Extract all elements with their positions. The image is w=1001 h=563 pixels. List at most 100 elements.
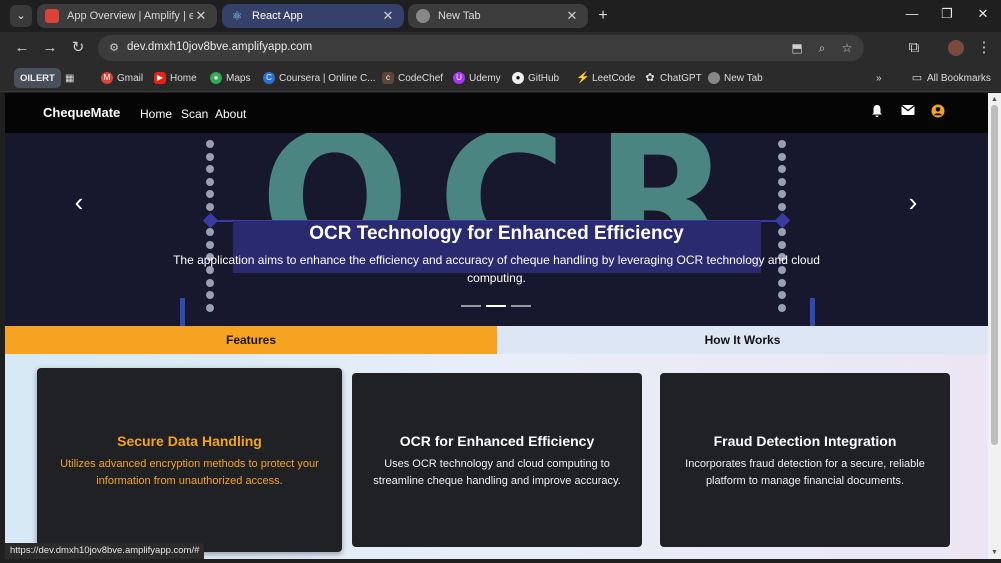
- bookmark-coursera[interactable]: C Coursera | Online C...: [263, 70, 376, 86]
- url-text[interactable]: dev.dmxh10jov8bve.amplifyapp.com: [127, 41, 312, 53]
- window-close-icon[interactable]: ✕: [973, 6, 993, 22]
- install-app-icon[interactable]: ⬒: [789, 40, 805, 56]
- site-navbar: ChequeMate Home Scan About: [5, 93, 988, 133]
- tab-new-tab[interactable]: New Tab ✕: [408, 4, 588, 28]
- address-bar[interactable]: ⚙ dev.dmxh10jov8bve.amplifyapp.com ⬒ ⌕ ☆: [98, 35, 864, 61]
- bookmark-label: ChatGPT: [660, 72, 702, 84]
- bookmark-codechef[interactable]: c CodeChef: [382, 70, 443, 86]
- bookmarks-bar: OILERT ▦ M Gmail ▶ Home ● Maps C Courser…: [0, 64, 1001, 92]
- carousel-indicators: [461, 305, 531, 307]
- forward-icon[interactable]: →: [40, 38, 60, 58]
- mail-icon[interactable]: [900, 104, 916, 120]
- bookmark-label: Home: [170, 72, 197, 84]
- hero-title: OCR Technology for Enhanced Efficiency: [309, 223, 684, 244]
- tab-react-app[interactable]: ⚛ React App ✕: [222, 4, 404, 28]
- nav-home[interactable]: Home: [140, 107, 172, 121]
- bookmark-maps[interactable]: ● Maps: [210, 70, 250, 86]
- scroll-up-icon[interactable]: ▲: [990, 95, 999, 104]
- tab-search-button[interactable]: ⌄: [10, 5, 32, 27]
- section-tabs: Features How It Works: [5, 326, 988, 354]
- link-status-bar: https://dev.dmxh10jov8bve.amplifyapp.com…: [5, 543, 205, 559]
- youtube-icon: ▶: [154, 72, 166, 84]
- tab-features[interactable]: Features: [5, 326, 497, 354]
- card-title: OCR for Enhanced Efficiency: [399, 433, 595, 449]
- decorative-bar: [810, 298, 815, 326]
- site-info-icon[interactable]: ⚙: [106, 40, 122, 56]
- reload-icon[interactable]: ↻: [68, 38, 88, 58]
- tab-how-it-works[interactable]: How It Works: [497, 326, 988, 354]
- bookmark-github[interactable]: ● GitHub: [512, 70, 559, 86]
- card-title: Fraud Detection Integration: [713, 433, 897, 449]
- back-icon[interactable]: ←: [12, 38, 32, 58]
- bookmark-oilert[interactable]: OILERT: [14, 68, 61, 88]
- feature-card-fraud-detection[interactable]: Fraud Detection Integration Incorporates…: [660, 373, 950, 547]
- tab-label: React App: [252, 10, 303, 22]
- apps-grid-icon[interactable]: ▦: [65, 70, 74, 86]
- github-icon: ●: [512, 72, 524, 84]
- feature-card-secure-data[interactable]: Secure Data Handling Utilizes advanced e…: [37, 368, 342, 552]
- bookmark-label: New Tab: [724, 72, 763, 84]
- react-icon: ⚛: [231, 9, 243, 23]
- tab-amplify[interactable]: App Overview | Amplify | eu-w ✕: [37, 4, 217, 28]
- close-icon[interactable]: ✕: [380, 8, 396, 24]
- tab-label: New Tab: [438, 10, 481, 22]
- page-viewport: ChequeMate Home Scan About OCR OCR Techn…: [5, 93, 988, 559]
- bookmark-label: GitHub: [528, 72, 560, 84]
- bookmark-label: Udemy: [469, 72, 501, 84]
- bookmark-gmail[interactable]: M Gmail: [101, 70, 143, 86]
- codechef-icon: c: [382, 72, 394, 84]
- chrome-icon: [708, 72, 720, 84]
- bookmark-label: Gmail: [117, 72, 144, 84]
- nav-about[interactable]: About: [215, 107, 246, 121]
- scroll-thumb[interactable]: [991, 105, 998, 445]
- restore-icon[interactable]: ❐: [937, 6, 957, 22]
- zoom-icon[interactable]: ⌕: [814, 40, 830, 56]
- maps-icon: ●: [210, 72, 222, 84]
- card-description: Uses OCR technology and cloud computing …: [373, 458, 621, 487]
- extensions-icon[interactable]: ⧉: [904, 38, 924, 58]
- carousel-indicator-active[interactable]: [486, 305, 506, 307]
- bell-icon[interactable]: [869, 104, 885, 120]
- chrome-icon: [416, 9, 430, 23]
- coursera-icon: C: [263, 72, 275, 84]
- carousel-next-icon[interactable]: ›: [901, 187, 925, 218]
- gmail-icon: M: [101, 72, 113, 84]
- bookmark-udemy[interactable]: U Udemy: [453, 70, 501, 86]
- minimize-icon[interactable]: —: [902, 6, 922, 21]
- all-bookmarks-label: All Bookmarks: [927, 72, 991, 84]
- bookmark-label: Coursera | Online C...: [279, 72, 376, 84]
- hero-description: The application aims to enhance the effi…: [173, 253, 820, 285]
- bookmark-star-icon[interactable]: ☆: [839, 40, 855, 56]
- page-scrollbar[interactable]: ▲ ▼: [988, 93, 1001, 559]
- bookmark-new-tab[interactable]: New Tab: [708, 70, 763, 86]
- card-description: Incorporates fraud detection for a secur…: [685, 458, 925, 487]
- udemy-icon: U: [453, 72, 465, 84]
- all-bookmarks[interactable]: ▭ All Bookmarks: [911, 70, 991, 86]
- bookmark-home[interactable]: ▶ Home: [154, 70, 197, 86]
- close-icon[interactable]: ✕: [564, 8, 580, 24]
- folder-icon: ▭: [911, 72, 923, 84]
- brand-logo[interactable]: ChequeMate: [43, 105, 120, 120]
- browser-toolbar: ← → ↻ ⚙ dev.dmxh10jov8bve.amplifyapp.com…: [0, 32, 1001, 64]
- browser-tab-bar: ⌄ App Overview | Amplify | eu-w ✕ ⚛ Reac…: [0, 0, 1001, 32]
- carousel-indicator[interactable]: [461, 305, 481, 307]
- profile-avatar[interactable]: [946, 38, 966, 58]
- user-circle-icon[interactable]: [930, 104, 946, 120]
- tab-label: App Overview | Amplify | eu-w: [67, 10, 193, 22]
- scroll-down-icon[interactable]: ▼: [990, 548, 999, 557]
- features-section: Secure Data Handling Utilizes advanced e…: [5, 354, 988, 559]
- bookmark-chatgpt[interactable]: ✿ ChatGPT: [644, 70, 702, 86]
- close-icon[interactable]: ✕: [193, 8, 209, 24]
- amplify-icon: [45, 9, 59, 23]
- feature-card-ocr[interactable]: OCR for Enhanced Efficiency Uses OCR tec…: [352, 373, 642, 547]
- new-tab-button[interactable]: +: [594, 5, 612, 27]
- bookmark-leetcode[interactable]: ⚡ LeetCode: [576, 70, 635, 86]
- bookmark-label: LeetCode: [592, 72, 636, 84]
- bookmark-label: CodeChef: [398, 72, 444, 84]
- more-bookmarks-icon[interactable]: »: [876, 70, 882, 86]
- carousel-prev-icon[interactable]: ‹: [67, 187, 91, 218]
- carousel-indicator[interactable]: [511, 305, 531, 307]
- menu-icon[interactable]: ⋮: [974, 38, 994, 58]
- chatgpt-icon: ✿: [645, 72, 655, 84]
- nav-scan[interactable]: Scan: [181, 107, 208, 121]
